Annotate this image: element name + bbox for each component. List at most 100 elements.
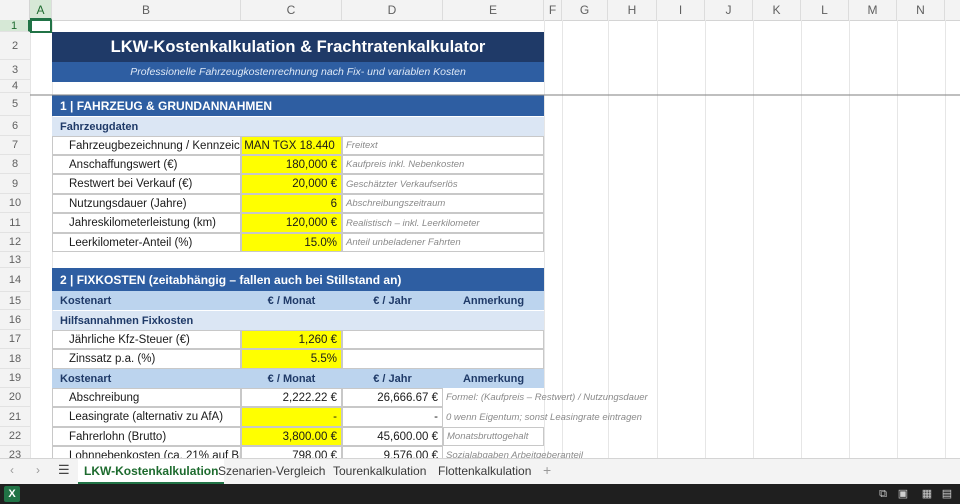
column-header-m[interactable]: M xyxy=(849,0,897,20)
vehicle-tax-input[interactable]: 1,260 € xyxy=(241,330,342,349)
row-header-23[interactable]: 23 xyxy=(0,446,30,458)
depreciation-month[interactable]: 2,222.22 € xyxy=(241,388,342,407)
sheet-grid[interactable]: LKW-Kostenkalkulation & Frachtratenkalku… xyxy=(30,20,960,458)
column-header-k[interactable]: K xyxy=(753,0,801,20)
row-header-19[interactable]: 19 xyxy=(0,369,30,388)
col-header-per-year-2: € / Jahr xyxy=(342,369,443,388)
row-header-17[interactable]: 17 xyxy=(0,330,30,349)
row-header-15[interactable]: 15 xyxy=(0,292,30,310)
row-header-11[interactable]: 11 xyxy=(0,213,30,233)
select-all-corner[interactable] xyxy=(0,0,30,20)
save-status-icon[interactable]: ▣ xyxy=(896,487,910,501)
col-header-remark: Anmerkung xyxy=(443,291,544,310)
depreciation-year[interactable]: 26,666.67 € xyxy=(342,388,443,407)
add-sheet-icon[interactable]: + xyxy=(543,462,551,478)
col-header-per-month: € / Monat xyxy=(241,291,342,310)
row-header-6[interactable]: 6 xyxy=(0,116,30,136)
row-header-4[interactable]: 4 xyxy=(0,80,30,93)
row-header-13[interactable]: 13 xyxy=(0,252,30,268)
normal-view-icon[interactable]: ▦ xyxy=(920,487,934,501)
leasing-rate-input[interactable]: - xyxy=(241,407,342,427)
useful-life-label: Nutzungsdauer (Jahre) xyxy=(52,194,241,213)
wage-overhead-label: Lohnnebenkosten (ca. 21% auf Brutto) xyxy=(52,446,241,458)
accessibility-icon[interactable]: ⧉ xyxy=(876,487,890,501)
row-header-1[interactable]: 1 xyxy=(0,20,30,32)
wage-overhead-month[interactable]: 798.00 € xyxy=(241,446,342,458)
column-header-f[interactable]: F xyxy=(544,0,562,20)
column-header-h[interactable]: H xyxy=(608,0,657,20)
column-header-g[interactable]: G xyxy=(562,0,608,20)
row-header-22[interactable]: 22 xyxy=(0,427,30,446)
col-header-per-month-2: € / Monat xyxy=(241,369,342,388)
residual-value-note: Geschätzter Verkaufserlös xyxy=(342,174,544,194)
sheet-tab-bar: ‹ › ☰ LKW-Kostenkalkulation Szenarien-Ve… xyxy=(0,458,960,485)
purchase-value-input[interactable]: 180,000 € xyxy=(241,155,342,174)
annual-mileage-label: Jahreskilometerleistung (km) xyxy=(52,213,241,233)
sheet-title: LKW-Kostenkalkulation & Frachtratenkalku… xyxy=(52,32,544,62)
depreciation-label: Abschreibung xyxy=(52,388,241,407)
selected-cell-a1[interactable] xyxy=(30,20,52,33)
vehicle-name-note: Freitext xyxy=(342,136,544,155)
driver-wage-input[interactable]: 3,800.00 € xyxy=(241,427,342,446)
row-header-9[interactable]: 9 xyxy=(0,174,30,194)
row-header-21[interactable]: 21 xyxy=(0,407,30,427)
useful-life-input[interactable]: 6 xyxy=(241,194,342,213)
scroll-tabs-right-icon[interactable]: › xyxy=(36,463,40,477)
useful-life-note: Abschreibungszeitraum xyxy=(342,194,544,213)
driver-wage-year[interactable]: 45,600.00 € xyxy=(342,427,443,446)
annual-mileage-input[interactable]: 120,000 € xyxy=(241,213,342,233)
leasing-rate-year[interactable]: - xyxy=(342,407,443,427)
empty-km-share-label: Leerkilometer-Anteil (%) xyxy=(52,233,241,252)
driver-wage-note: Monatsbruttogehalt xyxy=(443,427,544,446)
column-header-i[interactable]: I xyxy=(657,0,705,20)
row-header-5[interactable]: 5 xyxy=(0,93,30,116)
section-2-header: 2 | FIXKOSTEN (zeitabhängig – fallen auc… xyxy=(52,268,544,291)
vehicle-tax-label: Jährliche Kfz-Steuer (€) xyxy=(52,330,241,349)
sheet-subtitle: Professionelle Fahrzeugkostenrechnung na… xyxy=(52,62,544,82)
section-1-group-header: Fahrzeugdaten xyxy=(52,117,544,136)
wage-overhead-year[interactable]: 9,576.00 € xyxy=(342,446,443,458)
freeze-pane-divider xyxy=(30,94,960,96)
col-header-cost-type-2: Kostenart xyxy=(52,369,241,388)
tab-szenarien-vergleich[interactable]: Szenarien-Vergleich xyxy=(212,459,331,485)
row-header-2[interactable]: 2 xyxy=(0,32,30,60)
status-bar: X ⧉ ▣ ▦ ▤ xyxy=(0,484,960,504)
page-layout-view-icon[interactable]: ▤ xyxy=(940,487,954,501)
interest-rate-empty[interactable] xyxy=(342,349,544,369)
vehicle-tax-empty[interactable] xyxy=(342,330,544,349)
residual-value-label: Restwert bei Verkauf (€) xyxy=(52,174,241,194)
tab-tourenkalkulation[interactable]: Tourenkalkulation xyxy=(327,459,432,485)
row-header-16[interactable]: 16 xyxy=(0,310,30,330)
row-header-10[interactable]: 10 xyxy=(0,194,30,213)
tab-flottenkalkulation[interactable]: Flottenkalkulation xyxy=(432,459,537,485)
section-1-header: 1 | FAHRZEUG & GRUNDANNAHMEN xyxy=(52,95,544,116)
purchase-value-label: Anschaffungswert (€) xyxy=(52,155,241,174)
column-header-e[interactable]: E xyxy=(443,0,544,20)
all-sheets-menu-icon[interactable]: ☰ xyxy=(58,462,70,478)
column-header-a[interactable]: A xyxy=(30,0,52,20)
row-header-7[interactable]: 7 xyxy=(0,136,30,155)
column-header-b[interactable]: B xyxy=(52,0,241,20)
scroll-tabs-left-icon[interactable]: ‹ xyxy=(10,463,14,477)
row-header-18[interactable]: 18 xyxy=(0,349,30,369)
column-header-c[interactable]: C xyxy=(241,0,342,20)
row-header-14[interactable]: 14 xyxy=(0,268,30,292)
empty-km-share-note: Anteil unbeladener Fahrten xyxy=(342,233,544,252)
row-header-3[interactable]: 3 xyxy=(0,60,30,80)
column-header-n[interactable]: N xyxy=(897,0,945,20)
empty-km-share-input[interactable]: 15.0% xyxy=(241,233,342,252)
tab-lkw-kostenkalkulation[interactable]: LKW-Kostenkalkulation xyxy=(78,459,225,485)
excel-logo-icon: X xyxy=(4,486,20,502)
interest-rate-input[interactable]: 5.5% xyxy=(241,349,342,369)
row-header-12[interactable]: 12 xyxy=(0,233,30,252)
purchase-value-note: Kaufpreis inkl. Nebenkosten xyxy=(342,155,544,174)
vehicle-name-input[interactable]: MAN TGX 18.440 xyxy=(241,136,342,155)
annual-mileage-note: Realistisch – inkl. Leerkilometer xyxy=(342,213,544,233)
column-header-d[interactable]: D xyxy=(342,0,443,20)
residual-value-input[interactable]: 20,000 € xyxy=(241,174,342,194)
column-header-l[interactable]: L xyxy=(801,0,849,20)
row-header-8[interactable]: 8 xyxy=(0,155,30,174)
column-header-j[interactable]: J xyxy=(705,0,753,20)
vehicle-name-label: Fahrzeugbezeichnung / Kennzeichen xyxy=(52,136,241,155)
row-header-20[interactable]: 20 xyxy=(0,388,30,407)
